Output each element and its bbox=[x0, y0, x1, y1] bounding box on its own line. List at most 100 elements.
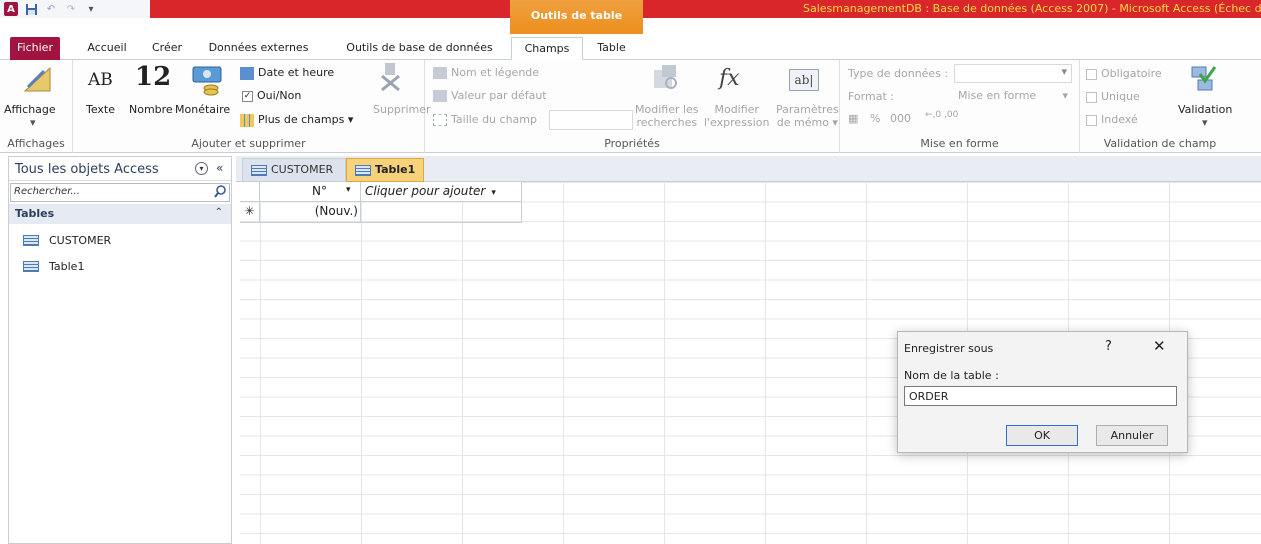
column-header-id[interactable]: N° ▾ bbox=[260, 182, 361, 202]
indexe-checkbox[interactable]: Indexé bbox=[1086, 113, 1138, 126]
taille-champ-input[interactable] bbox=[549, 110, 633, 130]
collapse-pane-icon[interactable]: « bbox=[216, 161, 223, 175]
valeur-defaut-button[interactable]: Valeur par défaut bbox=[433, 89, 547, 102]
type-donnees-dropdown[interactable]: ▾ bbox=[954, 64, 1072, 83]
nav-search-box[interactable]: Rechercher... bbox=[10, 183, 230, 202]
checkbox-icon: ✓ bbox=[242, 90, 253, 102]
validation-dropdown-icon[interactable]: ▾ bbox=[1202, 116, 1208, 129]
parametres-memo-line1: Paramètres bbox=[776, 103, 839, 116]
number-field-icon: 12 bbox=[135, 62, 172, 92]
nom-legende-button[interactable]: Nom et légende bbox=[433, 66, 539, 79]
doc-tab-label: CUSTOMER bbox=[271, 163, 334, 176]
default-value-icon bbox=[433, 90, 447, 102]
date-heure-button[interactable]: Date et heure bbox=[240, 66, 334, 80]
new-row-id-cell[interactable]: (Nouv.) bbox=[260, 202, 361, 222]
affichage-button[interactable]: Affichage bbox=[4, 103, 56, 116]
tab-fichier[interactable]: Fichier bbox=[10, 37, 60, 60]
modifier-recherches-line2: recherches bbox=[636, 116, 698, 129]
thousands-button[interactable]: 000 bbox=[890, 112, 911, 125]
tab-table[interactable]: Table bbox=[589, 37, 634, 60]
nav-category-tables[interactable]: Tables ⌃ bbox=[9, 204, 231, 224]
currency-format-icon[interactable]: ▦ bbox=[848, 112, 858, 125]
sort-filter-icon[interactable]: ▾ bbox=[346, 185, 351, 195]
nav-menu-icon[interactable]: ▾ bbox=[195, 162, 208, 175]
tab-creer[interactable]: Créer bbox=[147, 37, 187, 60]
taille-champ-label-row: Taille du champ bbox=[433, 113, 537, 126]
unique-checkbox[interactable]: Unique bbox=[1086, 90, 1140, 103]
select-all-corner[interactable] bbox=[240, 182, 260, 202]
texte-button[interactable]: Texte bbox=[86, 103, 115, 116]
supprimer-button[interactable]: Supprimer bbox=[373, 103, 431, 116]
lookup-icon bbox=[652, 64, 678, 97]
table-row-new[interactable]: ✳ (Nouv.) bbox=[240, 202, 522, 223]
caption-icon bbox=[433, 67, 447, 79]
indexe-box bbox=[1086, 114, 1097, 126]
new-row-add-cell[interactable] bbox=[361, 202, 522, 222]
parametres-memo-line2: de mémo bbox=[776, 116, 829, 129]
plus-de-champs-button[interactable]: Plus de champs ▾ bbox=[240, 113, 353, 127]
table-name-input[interactable]: ORDER bbox=[904, 386, 1177, 406]
validation-icon bbox=[1190, 64, 1217, 97]
group-validation: Obligatoire Unique Indexé Validation ▾ V… bbox=[1080, 60, 1240, 153]
ok-button[interactable]: OK bbox=[1006, 425, 1078, 446]
delete-field-icon bbox=[379, 62, 403, 95]
nav-item-table1[interactable]: Table1 bbox=[9, 250, 231, 276]
affichage-dropdown-icon[interactable]: ▾ bbox=[30, 116, 36, 129]
column-header-label: N° bbox=[312, 184, 327, 198]
increase-decimals-button[interactable]: ←,0 ,00 bbox=[925, 110, 958, 120]
column-header-add[interactable]: Cliquer pour ajouter ▾ bbox=[361, 182, 522, 202]
tab-accueil[interactable]: Accueil bbox=[82, 37, 132, 60]
undo-icon[interactable]: ↶ bbox=[44, 2, 58, 16]
tab-donnees-externes[interactable]: Données externes bbox=[196, 37, 321, 60]
redo-icon[interactable]: ↷ bbox=[64, 2, 78, 16]
doc-tab-customer[interactable]: CUSTOMER bbox=[242, 158, 346, 182]
table-name-label: Nom de la table : bbox=[904, 369, 999, 382]
obligatoire-checkbox[interactable]: Obligatoire bbox=[1086, 67, 1162, 80]
expression-icon: fx bbox=[719, 66, 740, 91]
group-proprietes: Nom et légende Valeur par défaut Taille … bbox=[425, 60, 840, 153]
group-mise-en-forme: Type de données : ▾ Format : Mise en for… bbox=[840, 60, 1080, 153]
percent-button[interactable]: % bbox=[870, 112, 880, 125]
add-field-dropdown-icon[interactable]: ▾ bbox=[491, 188, 496, 198]
oui-non-label: Oui/Non bbox=[257, 89, 302, 102]
access-app-icon[interactable]: A bbox=[4, 2, 18, 16]
oui-non-button[interactable]: ✓ Oui/Non bbox=[242, 89, 301, 102]
valeur-defaut-label: Valeur par défaut bbox=[451, 89, 547, 102]
modifier-recherches-button[interactable]: Modifier les recherches bbox=[635, 103, 699, 129]
save-icon[interactable] bbox=[24, 2, 38, 16]
validation-button[interactable]: Validation bbox=[1178, 103, 1232, 116]
nav-item-customer[interactable]: CUSTOMER bbox=[9, 224, 231, 250]
tab-outils-base-de-donnees[interactable]: Outils de base de données bbox=[336, 37, 503, 60]
nav-search-input[interactable]: Rechercher... bbox=[14, 186, 80, 197]
parametres-memo-button[interactable]: Paramètres de mémo ▾ bbox=[776, 103, 839, 129]
group-label-ajouter-supprimer: Ajouter et supprimer bbox=[191, 137, 306, 150]
help-icon[interactable]: ? bbox=[1105, 339, 1112, 354]
close-icon[interactable]: ✕ bbox=[1153, 337, 1166, 355]
save-as-dialog: Enregistrer sous ? ✕ Nom de la table : O… bbox=[897, 331, 1188, 453]
modifier-expression-button[interactable]: Modifier l'expression bbox=[704, 103, 769, 129]
nav-header[interactable]: Tous les objets Access ▾ « bbox=[9, 157, 231, 181]
group-ajouter-supprimer: AB Texte 12 Nombre Monétaire Date et heu… bbox=[73, 60, 431, 153]
dialog-title: Enregistrer sous bbox=[904, 342, 994, 355]
nombre-button[interactable]: Nombre bbox=[129, 103, 173, 116]
datasheet-header: N° ▾ Cliquer pour ajouter ▾ bbox=[240, 182, 522, 202]
obligatoire-box bbox=[1086, 68, 1097, 80]
view-icon bbox=[22, 65, 52, 96]
search-icon[interactable] bbox=[214, 185, 226, 201]
doc-tab-table1[interactable]: Table1 bbox=[346, 158, 424, 182]
nav-category-label: Tables bbox=[15, 207, 55, 220]
navigation-pane: Tous les objets Access ▾ « Rechercher...… bbox=[8, 156, 232, 544]
table-icon bbox=[23, 260, 39, 272]
collapse-category-icon[interactable]: ⌃ bbox=[215, 207, 223, 218]
monetaire-button[interactable]: Monétaire bbox=[175, 103, 230, 116]
format-label: Format : bbox=[848, 90, 894, 103]
tab-champs[interactable]: Champs bbox=[511, 37, 583, 60]
customize-qat-icon[interactable]: ▾ bbox=[84, 2, 98, 16]
group-affichages: Affichage ▾ Affichages bbox=[0, 60, 73, 153]
format-dropdown[interactable]: Mise en forme ▾ bbox=[954, 87, 1072, 106]
cancel-button[interactable]: Annuler bbox=[1096, 425, 1168, 446]
more-fields-icon bbox=[240, 113, 254, 127]
nav-title: Tous les objets Access bbox=[15, 162, 159, 177]
group-label-affichages: Affichages bbox=[7, 137, 65, 150]
window-title: SalesmanagementDB : Base de données (Acc… bbox=[643, 0, 1261, 18]
